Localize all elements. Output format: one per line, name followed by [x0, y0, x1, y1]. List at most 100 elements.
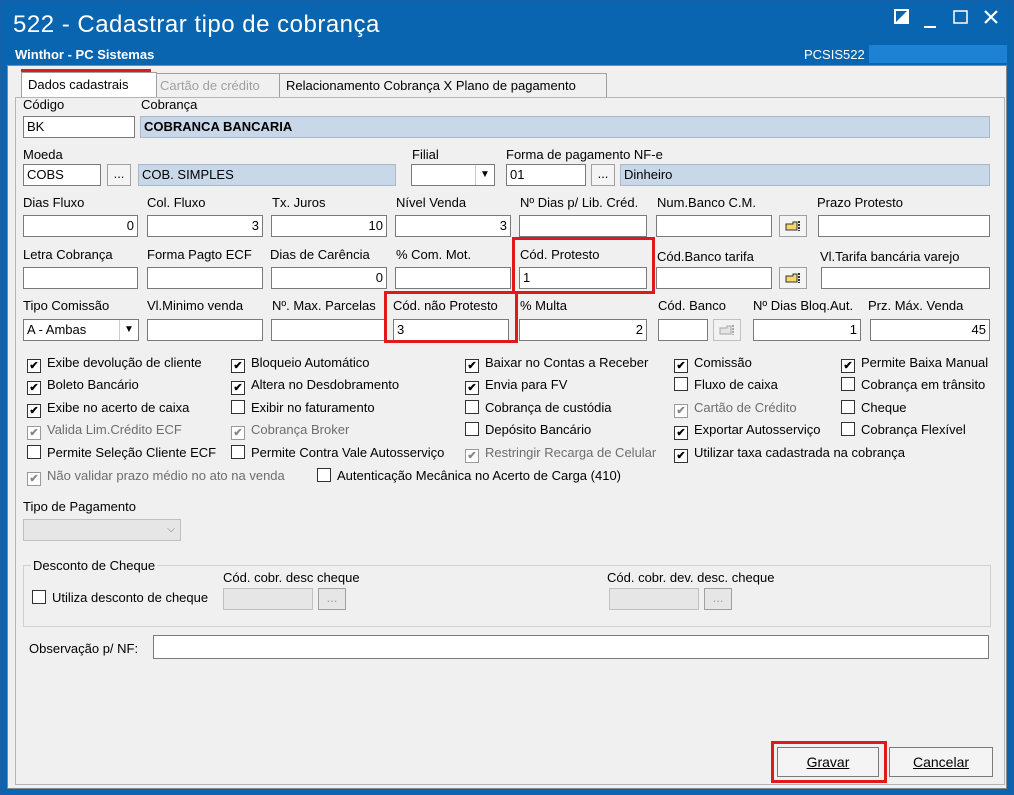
checkbox-box: ✔: [674, 404, 688, 418]
nivel-venda-label: Nível Venda: [396, 195, 467, 210]
chk-altera-desdobramento[interactable]: ✔ Altera no Desdobramento: [231, 376, 399, 395]
checkbox-box: [231, 400, 245, 414]
chk-fluxo-caixa[interactable]: Fluxo de caixa: [674, 376, 778, 393]
cod-banco-input[interactable]: [658, 319, 708, 341]
com-mot-input[interactable]: [395, 267, 511, 289]
tab-dados-cadastrais[interactable]: Dados cadastrais: [21, 72, 157, 97]
restore-icon[interactable]: [894, 9, 910, 30]
chk-nao-validar-prazo[interactable]: ✔ Não validar prazo médio no ato na venda: [27, 467, 285, 486]
cod-desc-cheque-input[interactable]: [223, 588, 313, 610]
tx-juros-input[interactable]: 10: [271, 215, 387, 237]
chk-cobranca-custodia[interactable]: Cobrança de custódia: [465, 399, 611, 416]
checkbox-label: Exibir no faturamento: [251, 400, 375, 415]
cod-banco-lookup[interactable]: [713, 319, 741, 341]
checkbox-box: ✔: [27, 404, 41, 418]
chk-exibir-faturamento[interactable]: Exibir no faturamento: [231, 399, 375, 416]
chk-cobranca-transito[interactable]: Cobrança em trânsito: [841, 376, 985, 393]
cod-nao-protesto-input[interactable]: 3: [393, 319, 509, 341]
cod-banco-tarifa-lookup[interactable]: [779, 267, 807, 289]
prazo-protesto-input[interactable]: [818, 215, 990, 237]
moeda-input[interactable]: COBS: [23, 164, 101, 186]
num-banco-cm-input[interactable]: [656, 215, 772, 237]
cod-protesto-input[interactable]: 1: [519, 267, 647, 289]
forma-pag-search-button[interactable]: ...: [591, 164, 615, 186]
chevron-down-icon[interactable]: ⌵: [162, 520, 180, 540]
chk-baixar-contas-receber[interactable]: ✔ Baixar no Contas a Receber: [465, 354, 648, 373]
max-parcelas-input[interactable]: [271, 319, 387, 341]
chk-permite-baixa-manual[interactable]: ✔ Permite Baixa Manual: [841, 354, 989, 373]
checkbox-box: ✔: [231, 359, 245, 373]
letra-cobranca-input[interactable]: [23, 267, 138, 289]
cobranca-input[interactable]: COBRANCA BANCARIA: [140, 116, 990, 138]
chk-cheque[interactable]: Cheque: [841, 399, 907, 416]
checkbox-box: ✔: [27, 426, 41, 440]
cod-desc-cheque-button[interactable]: ...: [318, 588, 346, 610]
chk-cartao-credito[interactable]: ✔ Cartão de Crédito: [674, 399, 797, 418]
chk-exportar-autosservico[interactable]: ✔ Exportar Autosserviço: [674, 421, 820, 440]
chk-valida-lim-credito[interactable]: ✔ Valida Lim.Crédito ECF: [27, 421, 182, 440]
nivel-venda-input[interactable]: 3: [395, 215, 511, 237]
minimize-icon[interactable]: [923, 13, 937, 34]
pointing-hand-icon: [785, 221, 800, 231]
chk-utiliza-desconto-cheque[interactable]: Utiliza desconto de cheque: [32, 589, 208, 606]
chevron-down-icon[interactable]: ▼: [119, 320, 138, 340]
cod-dev-cheque-input[interactable]: [609, 588, 699, 610]
checkbox-box: ✔: [27, 381, 41, 395]
maximize-icon[interactable]: [953, 9, 969, 30]
tipo-comissao-select[interactable]: A - Ambas ▼: [23, 319, 139, 341]
forma-ecf-input[interactable]: [147, 267, 263, 289]
chk-autenticacao-mecanica[interactable]: Autenticação Mecânica no Acerto de Carga…: [317, 467, 621, 484]
chk-cobranca-broker[interactable]: ✔ Cobrança Broker: [231, 421, 349, 440]
checkbox-box: ✔: [231, 381, 245, 395]
chk-permite-selecao-cliente[interactable]: Permite Seleção Cliente ECF: [27, 444, 216, 461]
num-banco-cm-lookup[interactable]: [779, 215, 807, 237]
chk-cobranca-flexivel[interactable]: Cobrança Flexível: [841, 421, 966, 438]
chk-utilizar-taxa[interactable]: ✔ Utilizar taxa cadastrada na cobrança: [674, 444, 905, 463]
forma-pag-label: Forma de pagamento NF-e: [506, 147, 663, 162]
dias-bloq-input[interactable]: 1: [753, 319, 861, 341]
col-fluxo-input[interactable]: 3: [147, 215, 263, 237]
chk-exibe-acerto-caixa[interactable]: ✔ Exibe no acerto de caixa: [27, 399, 189, 418]
tipo-pagamento-select[interactable]: ⌵: [23, 519, 181, 541]
multa-input[interactable]: 2: [519, 319, 647, 341]
screen-code: PCSIS522: [804, 47, 865, 62]
cod-banco-tarifa-input[interactable]: [656, 267, 772, 289]
chk-contra-vale[interactable]: Permite Contra Vale Autosserviço: [231, 444, 444, 461]
dias-carencia-label: Dias de Carência: [270, 247, 370, 262]
moeda-search-button[interactable]: ...: [107, 164, 131, 186]
prz-max-venda-input[interactable]: 45: [870, 319, 990, 341]
checkbox-label: Permite Baixa Manual: [861, 355, 989, 370]
num-banco-cm-label: Num.Banco C.M.: [657, 195, 756, 210]
chk-exibe-devolucao[interactable]: ✔ Exibe devolução de cliente: [27, 354, 202, 373]
col-fluxo-label: Col. Fluxo: [147, 195, 206, 210]
observacao-input[interactable]: [153, 635, 989, 659]
filial-select[interactable]: ▼: [411, 164, 495, 186]
chk-deposito-bancario[interactable]: Depósito Bancário: [465, 421, 591, 438]
checkbox-box: [841, 400, 855, 414]
chk-bloqueio-automatico[interactable]: ✔ Bloqueio Automático: [231, 354, 370, 373]
tab-label: Dados cadastrais: [28, 77, 129, 92]
chevron-down-icon[interactable]: ▼: [475, 165, 494, 185]
tab-relacionamento[interactable]: Relacionamento Cobrança X Plano de pagam…: [279, 73, 607, 97]
checkbox-box: ✔: [465, 359, 479, 373]
checkbox-label: Cheque: [861, 400, 907, 415]
forma-pag-input[interactable]: 01: [506, 164, 586, 186]
cancelar-button[interactable]: Cancelar: [889, 747, 993, 777]
chk-restringir-recarga[interactable]: ✔ Restringir Recarga de Celular: [465, 444, 656, 463]
tab-cartao-credito[interactable]: Cartão de crédito: [153, 73, 281, 97]
dias-lib-input[interactable]: [519, 215, 647, 237]
prz-max-venda-label: Prz. Máx. Venda: [868, 298, 964, 313]
gravar-button[interactable]: Gravar: [777, 747, 879, 777]
cod-dev-cheque-button[interactable]: ...: [704, 588, 732, 610]
vl-min-venda-input[interactable]: [147, 319, 263, 341]
close-icon[interactable]: [983, 9, 999, 30]
vl-tarifa-input[interactable]: [821, 267, 990, 289]
chk-boleto-bancario[interactable]: ✔ Boleto Bancário: [27, 376, 139, 395]
moeda-description: COB. SIMPLES: [138, 164, 396, 186]
chk-envia-fv[interactable]: ✔ Envia para FV: [465, 376, 567, 395]
codigo-input[interactable]: BK: [23, 116, 135, 138]
dias-fluxo-input[interactable]: 0: [23, 215, 138, 237]
tipo-pagamento-label: Tipo de Pagamento: [23, 499, 136, 514]
dias-carencia-input[interactable]: 0: [271, 267, 387, 289]
chk-comissao[interactable]: ✔ Comissão: [674, 354, 752, 373]
